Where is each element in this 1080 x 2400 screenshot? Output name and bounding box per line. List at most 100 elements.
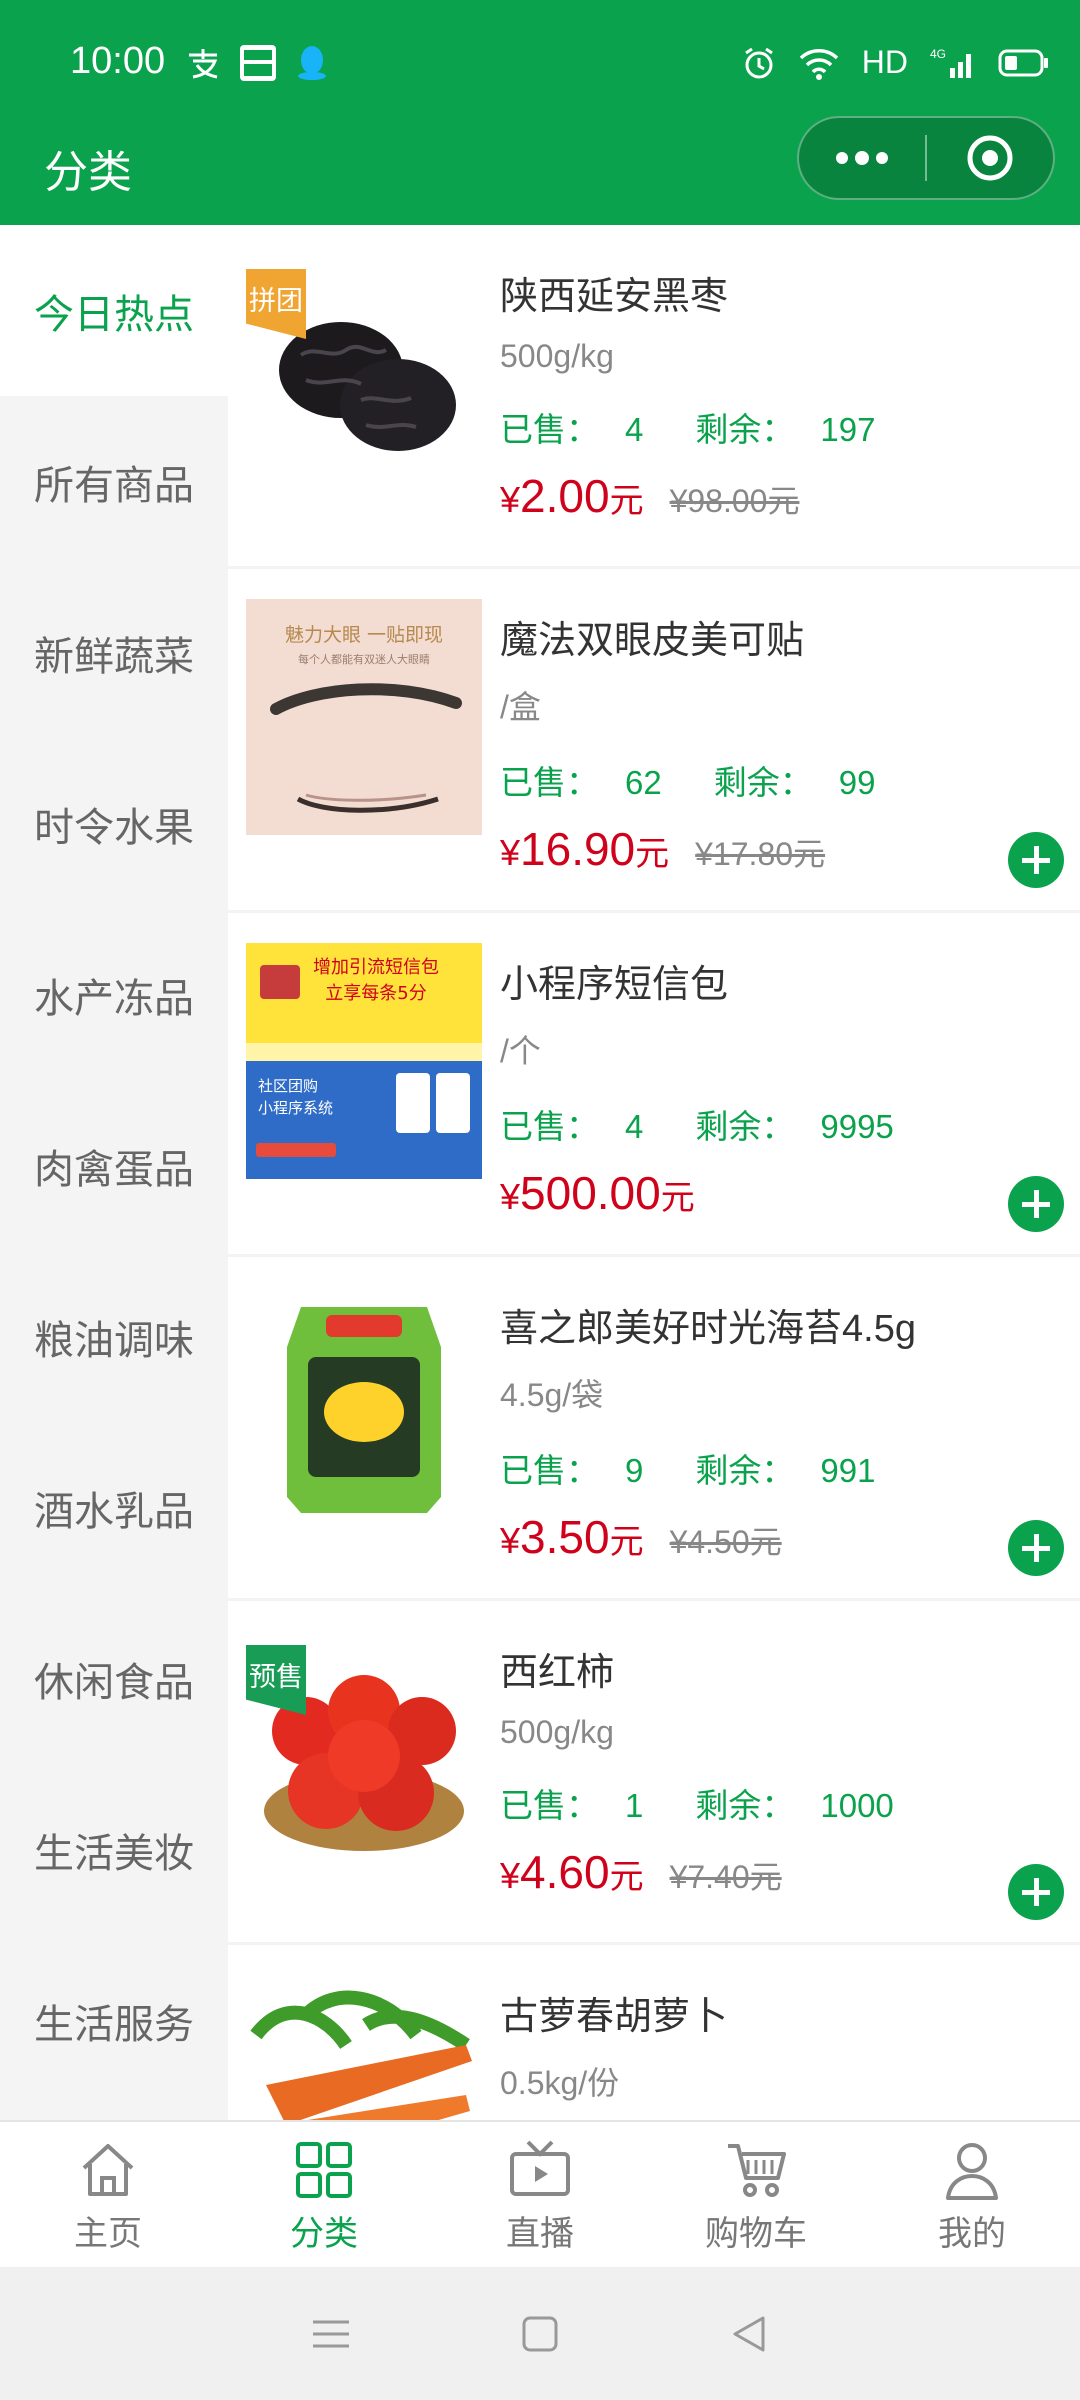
product-unit: /盒 [500, 689, 541, 725]
mini-program-capsule [797, 116, 1055, 200]
price-unit: 元 [609, 482, 644, 520]
sales-stats: 已售： 62 剩余： 99 [500, 756, 1060, 804]
sales-stats: 已售： 9 剩余： 991 [500, 1444, 1060, 1492]
tab-cart[interactable]: 购物车 [648, 2122, 864, 2267]
svg-text:4G: 4G [930, 47, 946, 61]
add-to-cart-button[interactable] [1008, 1520, 1064, 1576]
sold-label: 已售： [500, 764, 599, 801]
product-image-eyelid-tape[interactable]: 魅力大眼 一贴即现 每个人都能有双迷人大眼睛 [246, 599, 482, 835]
image-subline: 每个人都能有双迷人大眼睛 [298, 652, 430, 666]
product-item[interactable]: 魅力大眼 一贴即现 每个人都能有双迷人大眼睛 魔法双眼皮美可贴 /盒 已售： 62… [228, 569, 1080, 913]
sidebar-item-meat-eggs[interactable]: 肉禽蛋品 [0, 1080, 228, 1251]
back-triangle-icon[interactable] [727, 2312, 771, 2356]
add-to-cart-button[interactable] [1008, 1864, 1064, 1920]
sidebar-item-drinks-dairy[interactable]: 酒水乳品 [0, 1422, 228, 1593]
sold-label: 已售： [500, 1108, 599, 1145]
product-info: 古萝春胡萝卜 0.5kg/份 [500, 1985, 1060, 2104]
target-icon[interactable] [927, 118, 1053, 198]
product-name: 小程序短信包 [500, 964, 729, 1006]
remain-label: 剩余： [695, 411, 795, 448]
signal-icon: 4G [930, 46, 976, 80]
sold-count: 9 [625, 1452, 644, 1489]
price-row: ¥500.00 元 [500, 1166, 1060, 1220]
sidebar-item-seafood[interactable]: 水产冻品 [0, 909, 228, 1080]
image-headline: 魅力大眼 一贴即现 [285, 624, 443, 646]
sidebar-item-grain-oil[interactable]: 粮油调味 [0, 1251, 228, 1422]
remain-label: 剩余： [695, 1452, 795, 1489]
current-price: 3.50 [520, 1511, 610, 1563]
current-price: 16.90 [520, 823, 636, 875]
qq-icon [295, 44, 329, 82]
product-image-seaweed[interactable] [246, 1287, 482, 1523]
sidebar-item-snacks[interactable]: 休闲食品 [0, 1593, 228, 1764]
cart-icon [728, 2144, 786, 2197]
currency-symbol: ¥ [500, 1855, 521, 1896]
product-item[interactable]: 喜之郎美好时光海苔4.5g 4.5g/袋 已售： 9 剩余： 991 ¥3.50 元 ¥… [228, 1257, 1080, 1601]
tab-live[interactable]: 直播 [432, 2122, 648, 2267]
notification-icons [185, 44, 329, 82]
sidebar-item-fruits[interactable]: 时令水果 [0, 738, 228, 909]
sidebar-item-today-hot[interactable]: 今日热点 [0, 225, 228, 396]
price-row: ¥3.50 元 ¥4.50元 [500, 1510, 1060, 1564]
current-price: 2.00 [520, 470, 610, 522]
sold-label: 已售： [500, 411, 599, 448]
product-unit: 4.5g/袋 [500, 1377, 604, 1413]
product-info: 魔法双眼皮美可贴 /盒 已售： 62 剩余： 99 ¥16.90 元 ¥17.80元 [500, 609, 1060, 876]
sidebar-item-vegetables[interactable]: 新鲜蔬菜 [0, 567, 228, 738]
sales-stats: 已售： 4 剩余： 197 [500, 403, 1060, 451]
currency-symbol: ¥ [500, 479, 521, 520]
sold-label: 已售： [500, 1787, 599, 1824]
product-name: 古萝春胡萝卜 [500, 1996, 729, 2038]
sidebar-item-beauty[interactable]: 生活美妆 [0, 1764, 228, 1935]
image-text-system: 小程序系统 [258, 1099, 333, 1117]
system-navigation-bar [0, 2267, 1080, 2400]
sales-stats: 已售： 4 剩余： 9995 [500, 1100, 1060, 1148]
product-name: 魔法双眼皮美可贴 [500, 620, 805, 662]
system-status-icons: HD 4G [742, 44, 1050, 81]
product-item[interactable]: 预售 西红柿 500g/kg 已售： 1 剩余： 1000 ¥4.60 元 ¥7.40元 [228, 1601, 1080, 1945]
product-item[interactable]: 古萝春胡萝卜 0.5kg/份 [228, 1945, 1080, 2120]
price-row: ¥2.00 元 ¥98.00元 [500, 469, 1060, 523]
tab-label: 直播 [506, 2215, 574, 2253]
sidebar-item-all-products[interactable]: 所有商品 [0, 396, 228, 567]
tab-home[interactable]: 主页 [0, 2122, 216, 2267]
sold-count: 4 [625, 1108, 644, 1145]
remain-count: 991 [820, 1452, 876, 1489]
remain-label: 剩余： [695, 1787, 795, 1824]
tab-profile[interactable]: 我的 [864, 2122, 1080, 2267]
alipay-icon [185, 45, 221, 81]
page-title: 分类 [44, 148, 132, 197]
product-unit: 500g/kg [500, 338, 614, 374]
wifi-icon [798, 46, 840, 80]
product-image-carrots[interactable] [246, 1975, 482, 2120]
original-price: ¥98.00元 [669, 483, 800, 519]
price-unit: 元 [609, 1523, 644, 1561]
category-sidebar: 今日热点 所有商品 新鲜蔬菜 时令水果 水产冻品 肉禽蛋品 粮油调味 酒水乳品 … [0, 225, 228, 2120]
currency-symbol: ¥ [500, 832, 521, 873]
title-bar: 分类 [0, 116, 1080, 225]
category-grid-icon [296, 2142, 352, 2198]
product-name: 喜之郎美好时光海苔4.5g [500, 1308, 916, 1350]
remain-count: 9995 [820, 1108, 894, 1145]
current-price: 4.60 [520, 1846, 610, 1898]
product-item[interactable]: 增加引流短信包 立享每条5分 社区团购 小程序系统 小程序短信包 /个 已售： 4… [228, 913, 1080, 1257]
more-dots-icon[interactable] [799, 118, 925, 198]
menu-icon[interactable] [309, 2312, 353, 2356]
product-info: 陕西延安黑枣 500g/kg 已售： 4 剩余： 197 ¥2.00 元 ¥98.00元 [500, 265, 1060, 523]
sidebar-item-services[interactable]: 生活服务 [0, 1935, 228, 2106]
remain-count: 1000 [820, 1787, 894, 1824]
add-to-cart-button[interactable] [1008, 832, 1064, 888]
image-headline: 增加引流短信包 [313, 957, 439, 978]
boss-app-icon [239, 44, 277, 82]
currency-symbol: ¥ [500, 1520, 521, 1561]
product-item[interactable]: 拼团 陕西延安黑枣 500g/kg 已售： 4 剩余： 197 ¥2.00 元 ¥98.… [228, 225, 1080, 569]
image-subline: 立享每条5分 [325, 983, 426, 1004]
product-image-sms-pack[interactable]: 增加引流短信包 立享每条5分 社区团购 小程序系统 [246, 943, 482, 1179]
original-price: ¥4.50元 [669, 1524, 782, 1560]
tab-category[interactable]: 分类 [216, 2122, 432, 2267]
status-time: 10:00 [70, 40, 166, 82]
sales-stats: 已售： 1 剩余： 1000 [500, 1779, 1060, 1827]
home-square-icon[interactable] [518, 2312, 562, 2356]
add-to-cart-button[interactable] [1008, 1176, 1064, 1232]
remain-count: 197 [820, 411, 876, 448]
